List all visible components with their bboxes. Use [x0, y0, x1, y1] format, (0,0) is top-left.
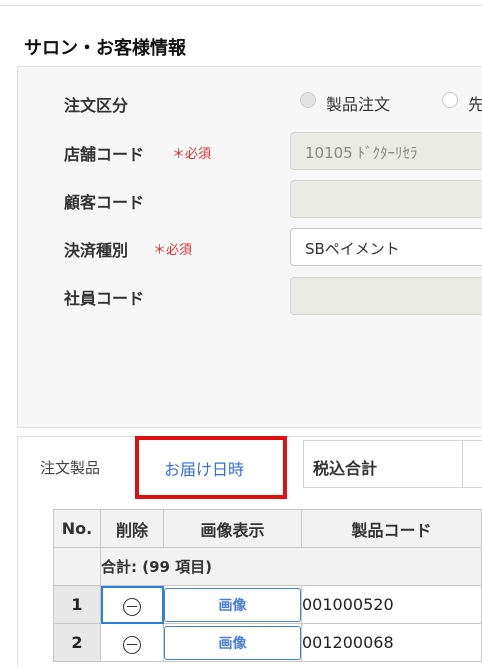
- header-image: 画像表示: [163, 509, 302, 548]
- employee-code-field[interactable]: [290, 277, 482, 315]
- payment-type-select[interactable]: SBペイメント: [290, 228, 482, 266]
- product-table: No. 削除 画像表示 製品コード 合計: (99 項目) 1 画像 00100…: [53, 509, 482, 662]
- payment-type-value: SBペイメント: [305, 240, 400, 258]
- tab-order-products[interactable]: 注文製品: [40, 457, 100, 478]
- highlight-annotation-box: [135, 436, 287, 499]
- customer-code-field[interactable]: [290, 180, 482, 218]
- image-view-button[interactable]: 画像: [164, 587, 301, 622]
- order-type-product-radio[interactable]: [300, 92, 316, 108]
- tax-total-value-box: [462, 440, 482, 488]
- order-type-second-label[interactable]: 先: [468, 91, 482, 115]
- header-delete: 削除: [100, 509, 164, 548]
- delete-row-button[interactable]: [100, 623, 164, 662]
- tax-total-label: 税込合計: [313, 459, 378, 478]
- store-code-label: 店舗コード: [64, 145, 145, 164]
- table-row: 2 画像 001200068: [53, 623, 482, 662]
- store-code-value: 10105 ﾄﾞｸﾀｰﾘｾﾗ: [305, 144, 418, 162]
- table-header-row: No. 削除 画像表示 製品コード: [53, 509, 482, 548]
- order-type-second-radio[interactable]: [442, 92, 458, 108]
- row-number: 1: [53, 585, 101, 624]
- image-view-button[interactable]: 画像: [164, 625, 301, 660]
- header-no: No.: [53, 509, 101, 548]
- header-product-code: 製品コード: [301, 509, 482, 548]
- customer-code-label: 顧客コード: [64, 193, 145, 212]
- order-type-label: 注文区分: [64, 96, 129, 115]
- summary-total: 合計: (99 項目): [100, 547, 482, 586]
- payment-type-label: 決済種別: [64, 241, 129, 260]
- table-row: 1 画像 001000520: [53, 585, 482, 624]
- top-divider: [0, 5, 482, 6]
- minus-circle-icon: [123, 635, 141, 654]
- product-code-cell: 001000520: [301, 585, 482, 624]
- minus-circle-icon: [123, 597, 141, 616]
- summary-row: 合計: (99 項目): [53, 547, 482, 586]
- delete-row-button[interactable]: [100, 585, 164, 624]
- section-title: サロン・お客様情報: [24, 38, 186, 59]
- order-type-product-label[interactable]: 製品注文: [326, 91, 390, 115]
- summary-empty-cell: [53, 547, 101, 586]
- row-number: 2: [53, 623, 101, 662]
- payment-type-required: ＊必須: [153, 243, 193, 258]
- store-code-field[interactable]: 10105 ﾄﾞｸﾀｰﾘｾﾗ: [290, 132, 482, 170]
- store-code-required: ＊必須: [172, 147, 212, 162]
- employee-code-label: 社員コード: [64, 289, 145, 308]
- product-code-cell: 001200068: [301, 623, 482, 662]
